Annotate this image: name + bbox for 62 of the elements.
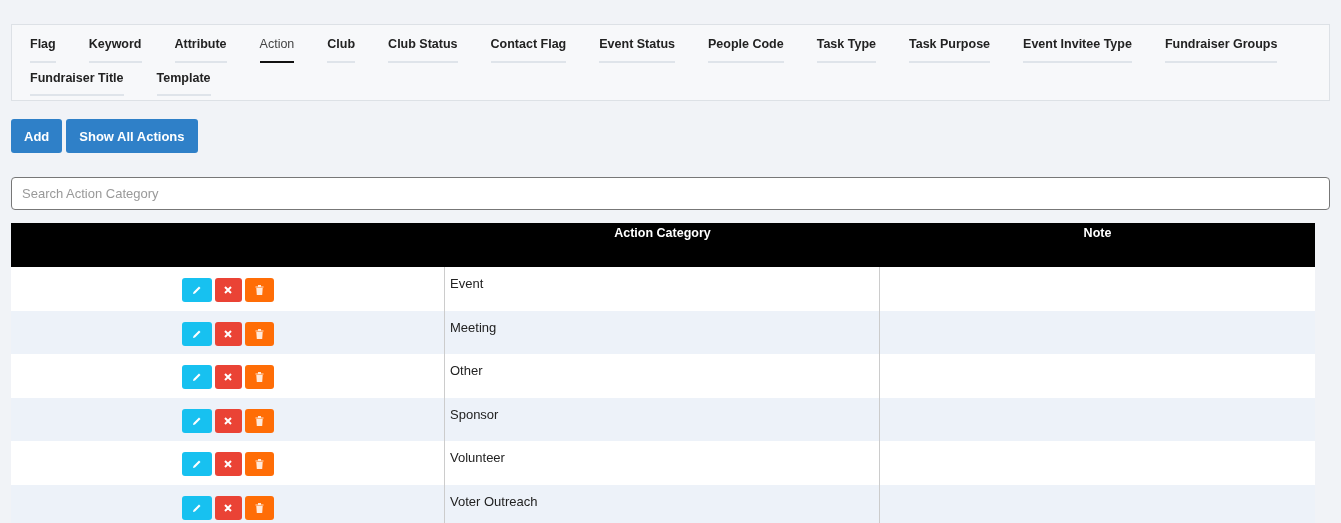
tab[interactable]: Event Status bbox=[599, 35, 675, 63]
trash-icon bbox=[254, 459, 264, 469]
edit-button[interactable] bbox=[181, 321, 212, 346]
trash-icon bbox=[254, 328, 264, 339]
pencil-icon bbox=[191, 372, 202, 382]
close-button[interactable] bbox=[214, 452, 242, 476]
close-icon bbox=[224, 460, 232, 468]
delete-button[interactable] bbox=[244, 365, 274, 389]
edit-button[interactable] bbox=[181, 452, 212, 476]
tab[interactable]: Template bbox=[156, 68, 211, 96]
close-icon bbox=[224, 373, 232, 381]
tab[interactable]: Keyword bbox=[88, 35, 142, 63]
action-button[interactable]: Add bbox=[11, 119, 63, 153]
close-button[interactable] bbox=[214, 408, 242, 433]
tab[interactable]: Flag bbox=[30, 35, 56, 63]
pencil-icon bbox=[191, 459, 202, 469]
action-button[interactable]: Show All Actions bbox=[66, 119, 198, 153]
trash-icon bbox=[254, 285, 264, 295]
tab[interactable]: Club bbox=[327, 35, 356, 63]
close-icon bbox=[224, 286, 232, 294]
delete-button[interactable] bbox=[244, 452, 274, 476]
close-button[interactable] bbox=[214, 278, 242, 302]
table-cell: Voter Outreach bbox=[450, 493, 538, 509]
tab[interactable]: Contact Flag bbox=[490, 35, 567, 63]
tab[interactable]: Task Purpose bbox=[909, 35, 991, 63]
delete-button[interactable] bbox=[244, 408, 274, 433]
close-button[interactable] bbox=[214, 365, 242, 389]
edit-button[interactable] bbox=[181, 278, 212, 302]
trash-icon bbox=[254, 415, 264, 426]
tab[interactable]: People Code bbox=[708, 35, 784, 63]
tab[interactable]: Task Type bbox=[816, 35, 876, 63]
tab[interactable]: Fundraiser Title bbox=[30, 68, 124, 96]
pencil-icon bbox=[191, 502, 202, 513]
tab[interactable]: Club Status bbox=[388, 35, 458, 63]
table-cell: Meeting bbox=[450, 319, 497, 335]
table-cell: Volunteer bbox=[450, 450, 505, 465]
edit-button[interactable] bbox=[181, 365, 212, 389]
column-header: Note bbox=[1083, 226, 1112, 240]
column-header: Action Category bbox=[614, 226, 711, 240]
edit-button[interactable] bbox=[181, 408, 212, 433]
delete-button[interactable] bbox=[244, 495, 274, 520]
search-field[interactable]: Search Action Category bbox=[11, 177, 1330, 210]
table-cell: Sponsor bbox=[450, 406, 499, 422]
pencil-icon bbox=[191, 328, 202, 339]
edit-button[interactable] bbox=[181, 495, 212, 520]
close-icon bbox=[224, 503, 232, 512]
trash-icon bbox=[254, 502, 264, 513]
close-button[interactable] bbox=[214, 321, 242, 346]
pencil-icon bbox=[191, 285, 202, 295]
trash-icon bbox=[254, 372, 264, 382]
close-icon bbox=[224, 416, 232, 425]
tab[interactable]: Event Invitee Type bbox=[1023, 35, 1132, 63]
tab[interactable]: Action bbox=[259, 35, 295, 63]
table-cell: Other bbox=[450, 363, 483, 378]
table-cell: Event bbox=[450, 276, 484, 291]
close-button[interactable] bbox=[214, 495, 242, 520]
tab[interactable]: Attribute bbox=[174, 35, 227, 63]
delete-button[interactable] bbox=[244, 278, 274, 302]
pencil-icon bbox=[191, 415, 202, 426]
delete-button[interactable] bbox=[244, 321, 274, 346]
tab[interactable]: Fundraiser Groups bbox=[1164, 35, 1278, 63]
close-icon bbox=[224, 329, 232, 338]
